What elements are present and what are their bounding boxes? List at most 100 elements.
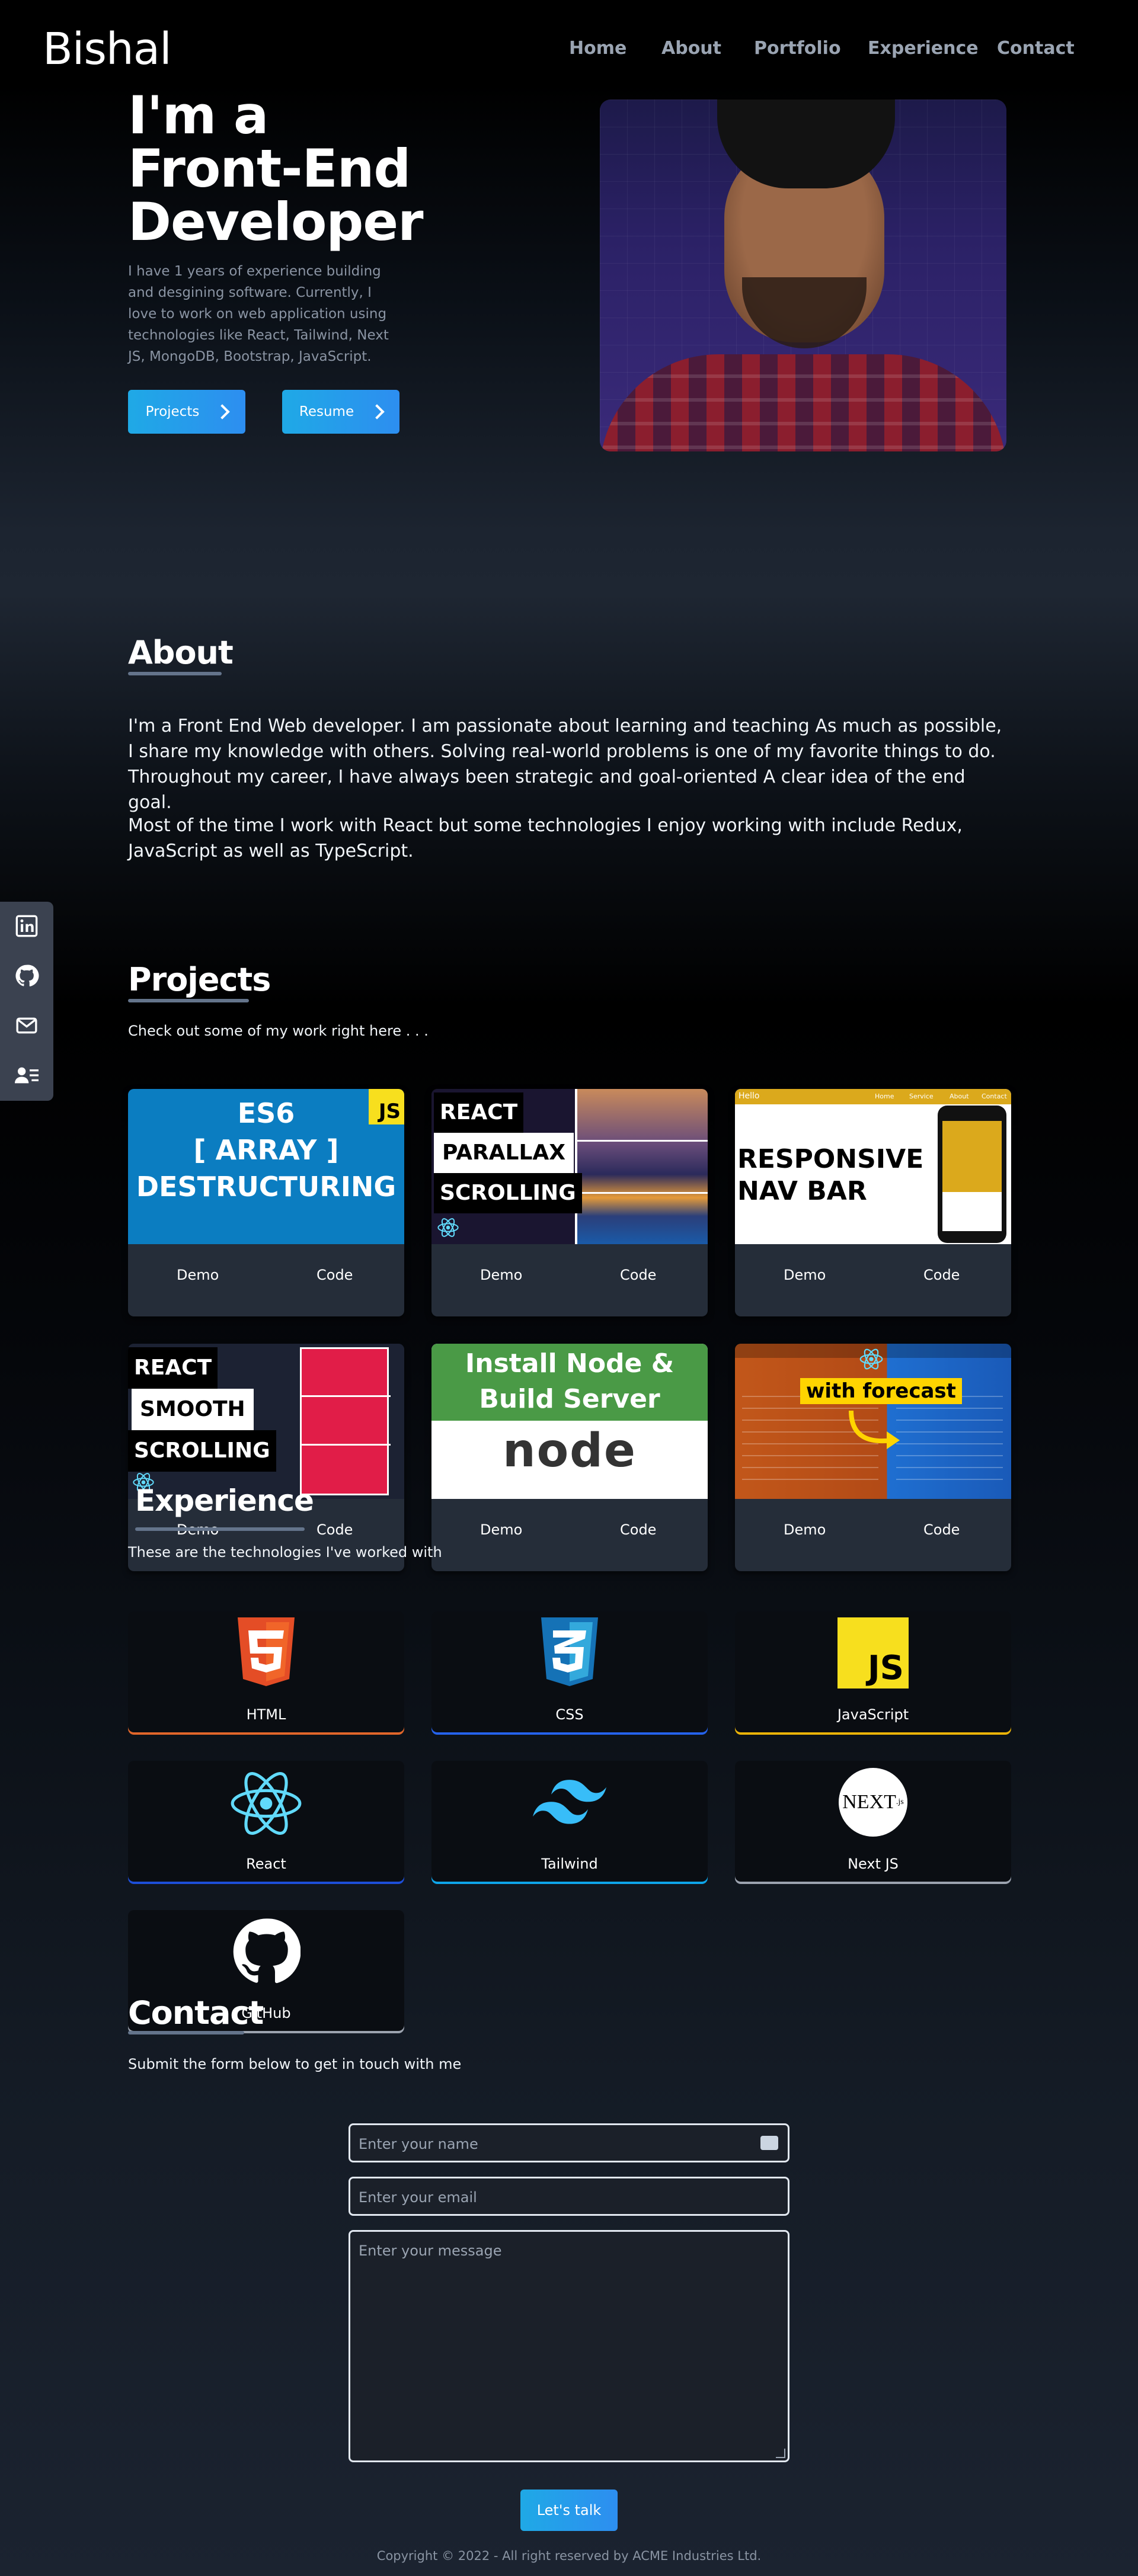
- projects-heading: Projects: [128, 961, 271, 998]
- code-link[interactable]: Code: [923, 1521, 960, 1538]
- nav-portfolio[interactable]: Portfolio: [754, 38, 841, 59]
- skill-label: CSS: [555, 1706, 584, 1723]
- thumb-text: SCROLLING: [128, 1430, 276, 1472]
- thumb-text: PARALLAX: [434, 1133, 574, 1173]
- hero-title: I'm a Front-End Developer: [128, 89, 460, 249]
- thumb-text: RESPONSIVE: [737, 1144, 924, 1174]
- github-icon: [233, 1918, 301, 1984]
- demo-link[interactable]: Demo: [784, 1267, 826, 1283]
- message-placeholder: Enter your message: [359, 2242, 502, 2259]
- javascript-icon: JS: [837, 1617, 909, 1689]
- resume-button[interactable]: Resume: [282, 390, 399, 434]
- html5-icon: [238, 1617, 295, 1686]
- thumb-text: Install Node &: [465, 1348, 675, 1379]
- react-icon: [231, 1772, 302, 1835]
- message-textarea[interactable]: Enter your message: [349, 2230, 789, 2462]
- chevron-right-icon: [215, 404, 231, 419]
- resize-handle[interactable]: [776, 2449, 785, 2458]
- code-link[interactable]: Code: [620, 1267, 656, 1283]
- mini-nav-item: Contact: [982, 1092, 1007, 1100]
- about-heading: About: [128, 634, 234, 671]
- thumb-text: ES6: [237, 1097, 295, 1129]
- experience-heading-underline: [135, 1527, 305, 1531]
- project-card: JS ES6 [ ARRAY ] DESTRUCTURING Demo Code: [128, 1089, 404, 1316]
- project-thumbnail[interactable]: Install Node & Build Server node: [431, 1344, 708, 1499]
- name-input[interactable]: Enter your name: [349, 2123, 789, 2162]
- project-card: Hello Home Service About Contact RESPONS…: [735, 1089, 1011, 1316]
- thumb-text: NAV BAR: [737, 1176, 867, 1206]
- linkedin-icon[interactable]: [13, 912, 40, 940]
- react-icon: [859, 1348, 883, 1370]
- mini-nav-item: Service: [909, 1092, 934, 1100]
- skill-label: JavaScript: [837, 1706, 909, 1723]
- footer-copyright: Copyright © 2022 - All right reserved by…: [376, 2549, 762, 2563]
- thumb-text: Build Server: [479, 1384, 660, 1414]
- tailwind-icon: [533, 1780, 606, 1824]
- nextjs-icon: NEXT .js: [839, 1768, 907, 1837]
- project-thumbnail[interactable]: Hello Home Service About Contact RESPONS…: [735, 1089, 1011, 1244]
- project-card: Install Node & Build Server node Demo Co…: [431, 1344, 708, 1571]
- thumb-text: [ ARRAY ]: [193, 1134, 339, 1166]
- nav-contact[interactable]: Contact: [997, 38, 1075, 59]
- mail-icon[interactable]: [13, 1012, 40, 1039]
- project-thumbnail[interactable]: REACT PARALLAX SCROLLING: [431, 1089, 708, 1244]
- demo-link[interactable]: Demo: [480, 1267, 522, 1283]
- name-placeholder: Enter your name: [359, 2136, 478, 2152]
- about-paragraph: Most of the time I work with React but s…: [128, 815, 963, 861]
- email-input[interactable]: Enter your email: [349, 2177, 789, 2216]
- demo-link[interactable]: Demo: [480, 1521, 522, 1538]
- autofill-icon[interactable]: [760, 2136, 778, 2150]
- react-icon: [437, 1218, 459, 1237]
- contact-heading-underline: [128, 2031, 244, 2034]
- demo-link[interactable]: Demo: [784, 1521, 826, 1538]
- thumb-text: with forecast: [800, 1378, 962, 1404]
- project-thumbnail[interactable]: REACT SMOOTH SCROLLING: [128, 1344, 404, 1499]
- mini-nav-item: Home: [875, 1092, 894, 1100]
- skill-label: Tailwind: [541, 1856, 598, 1872]
- css3-icon: [541, 1617, 598, 1686]
- contact-subtitle: Submit the form below to get in touch wi…: [128, 2056, 462, 2072]
- about-paragraph: I'm a Front End Web developer. I am pass…: [128, 716, 1002, 813]
- chevron-right-icon: [369, 404, 385, 419]
- code-link[interactable]: Code: [317, 1521, 353, 1538]
- lets-talk-button[interactable]: Let's talk: [520, 2490, 618, 2531]
- skill-label: Next JS: [848, 1856, 899, 1872]
- project-card: with forecast Demo Code: [735, 1344, 1011, 1571]
- nav-home[interactable]: Home: [569, 38, 626, 59]
- code-link[interactable]: Code: [317, 1267, 353, 1283]
- thumb-text: SMOOTH: [132, 1389, 254, 1430]
- thumb-text: REACT: [434, 1092, 524, 1133]
- site-logo[interactable]: Bishal: [43, 24, 172, 75]
- skill-card: Tailwind: [431, 1761, 708, 1882]
- thumb-text: DESTRUCTURING: [136, 1171, 397, 1203]
- thumb-text: SCROLLING: [434, 1173, 582, 1213]
- skill-card: CSS: [431, 1611, 708, 1732]
- skill-card: NEXT .js Next JS: [735, 1761, 1011, 1882]
- about-heading-underline: [128, 672, 222, 675]
- project-thumbnail[interactable]: with forecast: [735, 1344, 1011, 1499]
- skill-label: React: [246, 1856, 286, 1872]
- email-placeholder: Enter your email: [359, 2189, 477, 2206]
- arrow-icon: [849, 1410, 900, 1449]
- mini-nav-item: Hello: [739, 1091, 760, 1101]
- profile-photo: [600, 100, 1006, 451]
- skill-card: JS JavaScript: [735, 1611, 1011, 1732]
- projects-heading-underline: [128, 999, 249, 1002]
- hero-title-line: Front-End: [128, 138, 411, 199]
- code-link[interactable]: Code: [923, 1267, 960, 1283]
- projects-button-label: Projects: [145, 404, 200, 419]
- demo-link[interactable]: Demo: [177, 1267, 219, 1283]
- project-thumbnail[interactable]: JS ES6 [ ARRAY ] DESTRUCTURING: [128, 1089, 404, 1244]
- nav-experience[interactable]: Experience: [868, 38, 979, 59]
- code-link[interactable]: Code: [620, 1521, 656, 1538]
- skill-label: HTML: [246, 1706, 286, 1723]
- experience-heading: Experience: [135, 1484, 314, 1518]
- hero-description: I have 1 years of experience building an…: [128, 264, 389, 364]
- github-icon[interactable]: [13, 962, 40, 989]
- hero-title-line: I'm a: [128, 85, 268, 146]
- nav-about[interactable]: About: [661, 38, 721, 59]
- contact-card-icon[interactable]: [13, 1062, 40, 1089]
- projects-button[interactable]: Projects: [128, 390, 245, 434]
- thumb-text: REACT: [128, 1347, 218, 1389]
- mini-nav-item: About: [950, 1092, 969, 1100]
